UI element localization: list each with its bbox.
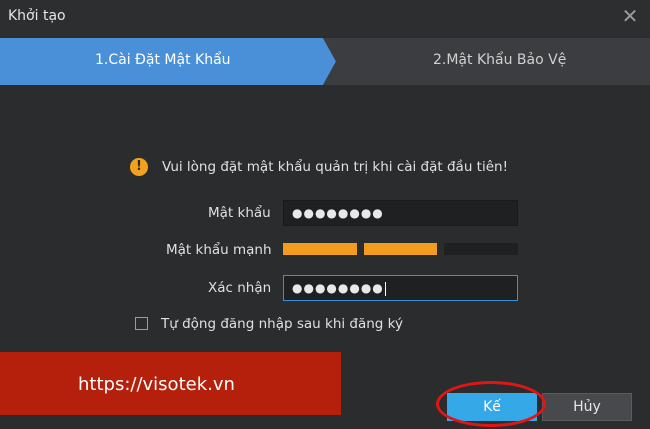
- strength-bar-3: [444, 243, 518, 255]
- text-caret: [384, 281, 386, 296]
- strength-bar-1: [283, 243, 357, 255]
- confirm-value: ●●●●●●●●: [292, 281, 384, 295]
- password-label: Mật khẩu: [208, 205, 271, 221]
- watermark-banner: https://visotek.vn: [0, 352, 341, 415]
- close-icon[interactable]: ✕: [620, 6, 640, 26]
- strength-label: Mật khẩu mạnh: [166, 242, 272, 258]
- strength-bar-2: [364, 243, 437, 255]
- confirm-label: Xác nhận: [208, 280, 272, 296]
- password-value: ●●●●●●●●: [292, 206, 384, 220]
- banner-url: https://visotek.vn: [78, 374, 235, 395]
- warning-icon: !: [130, 158, 148, 176]
- step-1-label: 1.Cài Đặt Mật Khẩu: [95, 52, 231, 68]
- confirm-field[interactable]: ●●●●●●●●: [283, 275, 518, 301]
- cancel-button[interactable]: Hủy: [542, 393, 632, 421]
- warning-text: Vui lòng đặt mật khẩu quản trị khi cài đ…: [162, 159, 508, 175]
- auto-login-label: Tự động đăng nhập sau khi đăng ký: [161, 316, 403, 332]
- auto-login-checkbox[interactable]: [135, 317, 148, 330]
- step-indicator: 1.Cài Đặt Mật Khẩu 2.Mật Khẩu Bảo Vệ: [0, 38, 650, 85]
- title-bar: Khởi tạo ✕: [0, 0, 650, 36]
- window-title: Khởi tạo: [8, 8, 66, 24]
- step-2-label: 2.Mật Khẩu Bảo Vệ: [433, 52, 567, 68]
- password-field[interactable]: ●●●●●●●●: [283, 200, 518, 226]
- next-button[interactable]: Kế: [447, 393, 537, 421]
